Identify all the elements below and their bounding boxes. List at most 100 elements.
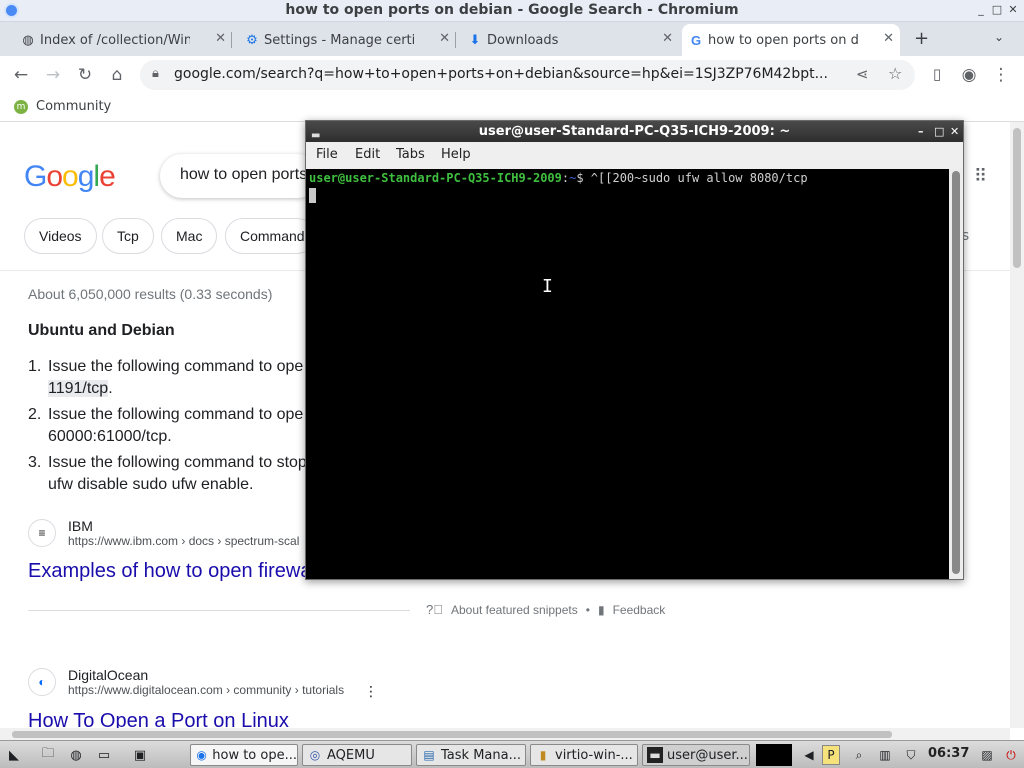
forward-button[interactable]: →: [42, 65, 64, 85]
tab-close-icon[interactable]: ✕: [439, 31, 450, 46]
tab-search-chevron-icon[interactable]: ⌄: [994, 30, 1004, 44]
chip-videos[interactable]: Videos: [24, 218, 97, 254]
list-item: 3. Issue the following command to stop u…: [28, 452, 328, 496]
side-panel-icon[interactable]: ▯: [926, 65, 948, 83]
notes-icon[interactable]: ▨: [978, 745, 996, 765]
taskbar: ◣ 🗀︎ ◍ ▭ ▣ ◉ how to ope... ◎ AQEMU ▤ Tas…: [0, 740, 1024, 768]
feedback-link[interactable]: Feedback: [613, 603, 666, 617]
terminal-screen[interactable]: user@user-Standard-PC-Q35-ICH9-2009:~$ ^…: [306, 169, 949, 579]
globe-icon: ◍: [22, 32, 34, 48]
search-icon[interactable]: ⌕: [850, 745, 868, 765]
close-window-button[interactable]: ✕: [1006, 3, 1020, 16]
terminal-maximize-button[interactable]: □: [934, 121, 944, 142]
scrollbar-thumb[interactable]: [1013, 128, 1021, 268]
home-button[interactable]: ⌂: [106, 65, 128, 85]
speaker-icon[interactable]: ◀: [800, 745, 818, 765]
terminal-minimize-button[interactable]: –: [918, 121, 924, 142]
bookmark-community[interactable]: m Community: [14, 99, 111, 114]
tab-close-icon[interactable]: ✕: [662, 31, 673, 46]
result-link-digitalocean[interactable]: How To Open a Port on Linux: [28, 710, 289, 728]
share-icon[interactable]: ⋖: [856, 65, 869, 83]
prompt-user: user@user-Standard-PC-Q35-ICH9-2009: [309, 171, 562, 185]
minimize-button[interactable]: _: [974, 3, 988, 16]
page-horizontal-scrollbar[interactable]: [0, 728, 1010, 740]
terminal-close-button[interactable]: ✕: [950, 121, 959, 142]
tab-label: Settings - Manage certifi: [264, 32, 414, 48]
menu-edit[interactable]: Edit: [355, 147, 380, 162]
prompt-symbol: $: [576, 171, 584, 185]
qemu-icon: ◎: [309, 748, 321, 762]
more-options-icon[interactable]: ⋮: [364, 684, 378, 700]
taskbar-item-terminal[interactable]: ▬ user@user...: [642, 744, 750, 766]
list-number: 3.: [28, 454, 42, 471]
clock: 06:37: [928, 746, 970, 761]
file-manager-icon[interactable]: 🗀︎: [38, 745, 58, 765]
highlighted-text: 1191/tcp: [48, 380, 109, 397]
scrollbar-thumb[interactable]: [952, 171, 960, 574]
browser-launcher-icon[interactable]: ◍: [66, 745, 86, 765]
window-switcher-icon[interactable]: ▣: [130, 745, 150, 765]
clipboard-icon[interactable]: ▥: [876, 745, 894, 765]
snippet-footer: ?⃝ About featured snippets • ▮ Feedback: [426, 602, 665, 617]
menu-file[interactable]: File: [316, 147, 338, 162]
terminal-menubar: File Edit Tabs Help: [306, 142, 963, 169]
about-featured-snippets-link[interactable]: About featured snippets: [451, 603, 578, 617]
tab-label: how to open ports on de: [708, 32, 858, 48]
bookmarks-bar: m Community: [0, 94, 1024, 122]
show-desktop-icon[interactable]: ▭: [94, 745, 114, 765]
chip-tcp[interactable]: Tcp: [102, 218, 154, 254]
terminal-scrollbar[interactable]: [949, 169, 963, 579]
search-input[interactable]: how to open ports: [160, 154, 320, 198]
terminal-window[interactable]: ▬ user@user-Standard-PC-Q35-ICH9-2009: ~…: [305, 120, 964, 580]
window-title: how to open ports on debian - Google Sea…: [285, 2, 739, 18]
tab-downloads[interactable]: ⬇ Downloads ✕: [461, 24, 679, 56]
list-item: 2. Issue the following command to ope 60…: [28, 404, 328, 448]
profile-avatar-icon[interactable]: ◉: [958, 65, 980, 85]
scrollbar-thumb[interactable]: [12, 731, 892, 738]
menu-tabs[interactable]: Tabs: [396, 147, 425, 162]
tab-label: Index of /collection/Wind: [40, 32, 190, 48]
power-icon[interactable]: ⏻: [1002, 745, 1020, 765]
tab-google-search[interactable]: G how to open ports on de ✕: [682, 24, 900, 56]
result-source-digitalocean[interactable]: ◐ DigitalOcean https://www.digitalocean.…: [28, 667, 344, 697]
apps-grid-icon[interactable]: ⠿: [974, 166, 987, 187]
tab-close-icon[interactable]: ✕: [883, 31, 894, 46]
page-vertical-scrollbar[interactable]: [1010, 122, 1024, 728]
taskbar-item-virtio[interactable]: ▮ virtio-win-...: [530, 744, 638, 766]
new-tab-button[interactable]: +: [914, 28, 929, 49]
chip-mac[interactable]: Mac: [161, 218, 218, 254]
back-button[interactable]: ←: [10, 65, 32, 85]
cpu-monitor-graph: [756, 744, 792, 766]
taskbar-item-task-manager[interactable]: ▤ Task Mana...: [416, 744, 526, 766]
tab-index-collection[interactable]: ◍ Index of /collection/Wind ✕: [14, 24, 232, 56]
network-shield-icon[interactable]: ⛉: [902, 745, 920, 765]
gear-icon: ⚙: [246, 32, 258, 48]
feedback-icon: ▮: [597, 602, 605, 617]
lock-icon[interactable]: 🔒︎: [152, 66, 159, 81]
list-item: 1. Issue the following command to ope 11…: [28, 356, 328, 400]
tab-separator: [455, 32, 456, 48]
tab-settings-certificates[interactable]: ⚙ Settings - Manage certifi ✕: [238, 24, 456, 56]
menu-kebab-icon[interactable]: ⋮: [990, 65, 1012, 85]
maximize-button[interactable]: □: [990, 3, 1004, 16]
bookmark-star-icon[interactable]: ☆: [888, 64, 902, 83]
task-manager-icon: ▤: [423, 748, 435, 762]
chromium-icon: ◉: [196, 748, 207, 762]
chip-command[interactable]: Command: [225, 218, 315, 254]
taskbar-item-aqemu[interactable]: ◎ AQEMU: [302, 744, 412, 766]
result-link-ibm[interactable]: Examples of how to open firewal: [28, 560, 316, 583]
address-url[interactable]: google.com/search?q=how+to+open+ports+on…: [174, 66, 844, 82]
google-logo[interactable]: Google: [24, 160, 116, 194]
reload-button[interactable]: ↻: [74, 65, 96, 85]
help-circle-icon: ?⃝: [426, 602, 443, 617]
taskbar-item-chromium[interactable]: ◉ how to ope...: [190, 744, 298, 766]
menu-help[interactable]: Help: [441, 147, 471, 162]
taskbar-item-label: Task Mana...: [441, 747, 521, 763]
terminal-titlebar[interactable]: ▬ user@user-Standard-PC-Q35-ICH9-2009: ~…: [306, 121, 963, 142]
start-menu-icon[interactable]: ◣: [4, 745, 24, 765]
result-source-ibm[interactable]: ≡ IBM https://www.ibm.com › docs › spect…: [28, 518, 299, 548]
address-bar[interactable]: 🔒︎ google.com/search?q=how+to+open+ports…: [140, 60, 915, 90]
tab-close-icon[interactable]: ✕: [215, 31, 226, 46]
site-url: https://www.ibm.com › docs › spectrum-sc…: [68, 534, 300, 548]
p-applet-icon[interactable]: P: [822, 745, 840, 765]
